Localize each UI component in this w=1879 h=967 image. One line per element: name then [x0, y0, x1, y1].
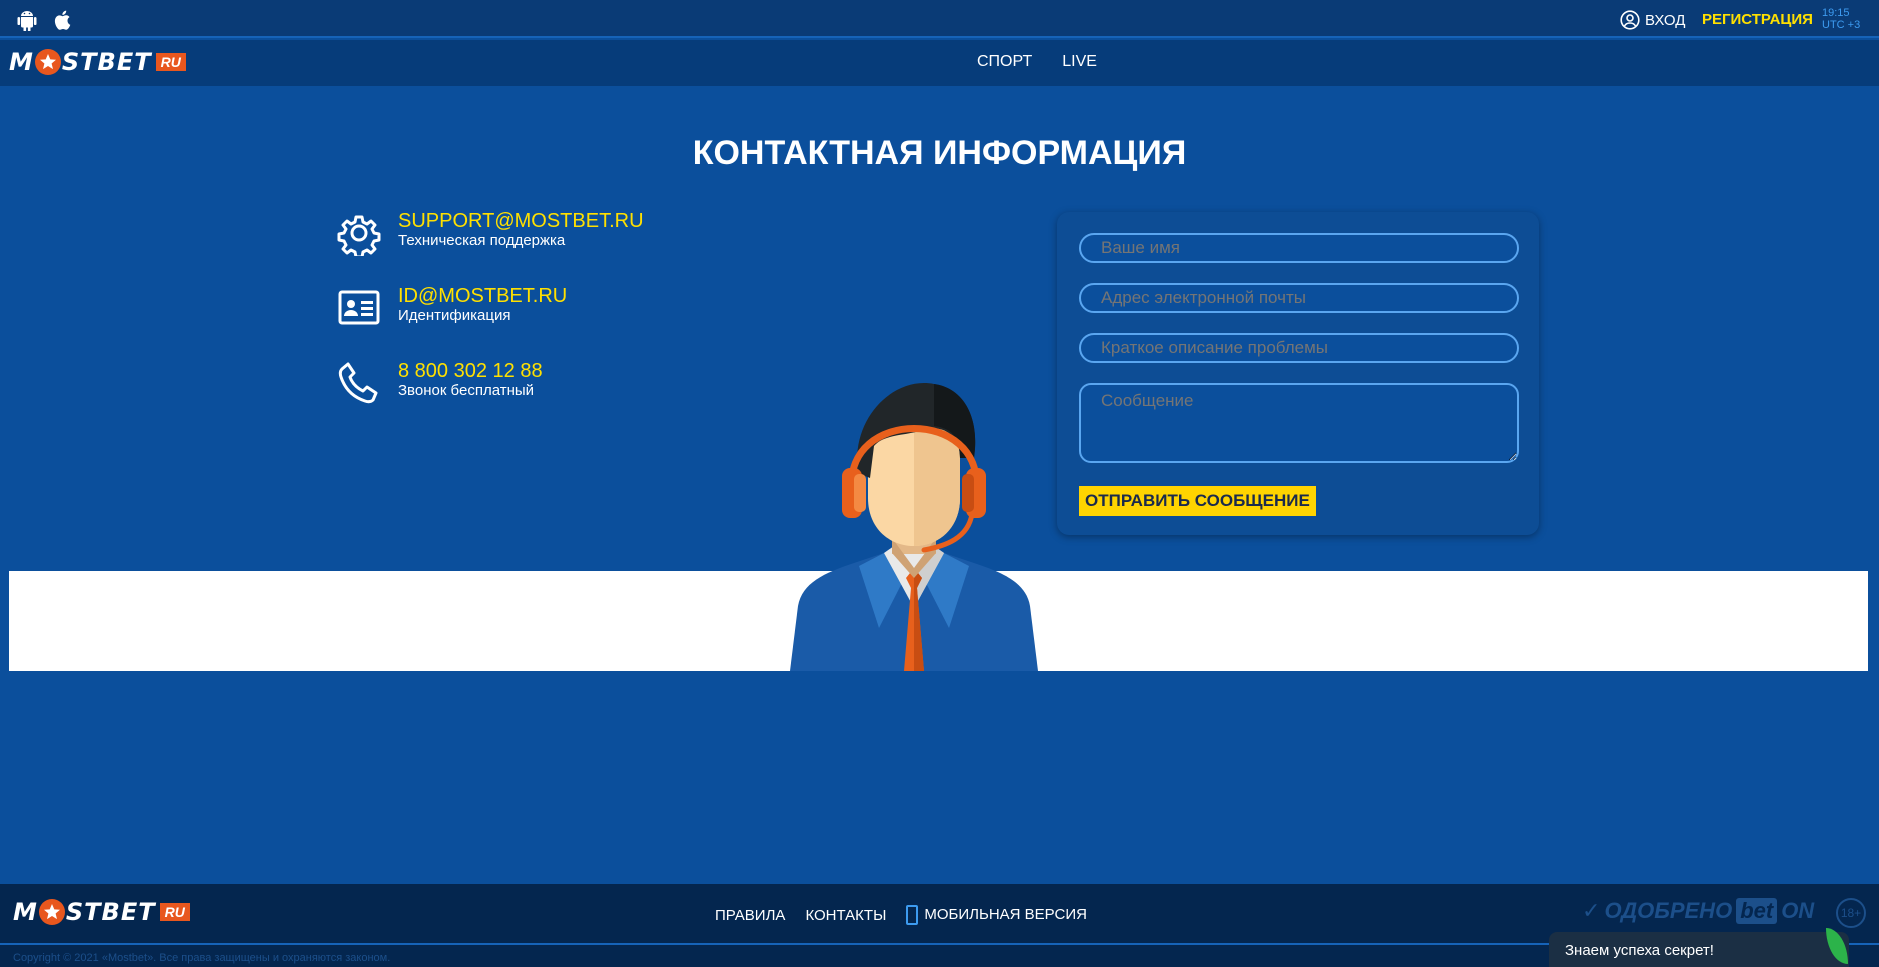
approved-on-text: ON [1781, 898, 1815, 923]
main-nav: СПОРТ LIVE [977, 53, 1097, 71]
phone-icon [338, 362, 378, 404]
mobile-phone-icon [906, 905, 919, 925]
copyright-text: Copyright © 2021 «Mostbet». Все права за… [13, 952, 391, 964]
logo-letters: STBET [61, 48, 152, 76]
email-input[interactable] [1079, 283, 1519, 313]
footer-logo-wordmark: M STBET [13, 898, 156, 926]
contact-form: ОТПРАВИТЬ СООБЩЕНИЕ [1057, 212, 1539, 535]
id-card-icon [338, 290, 380, 325]
logo-ru-badge: RU [155, 53, 186, 71]
footer-link-mobile[interactable]: МОБИЛЬНАЯ ВЕРСИЯ [906, 905, 1087, 925]
approved-betonline-badge[interactable]: ✓ ОДОБРЕНО bet ON [1582, 898, 1814, 924]
user-circle-icon [1620, 10, 1640, 30]
phone-free-label: Звонок бесплатный [398, 382, 535, 399]
chat-widget[interactable]: Знаем успеха секрет! [1549, 932, 1849, 967]
checkmark-icon: ✓ [1582, 898, 1601, 923]
nav-item-live[interactable]: LIVE [1062, 53, 1097, 71]
support-email-link[interactable]: SUPPORT@MOSTBET.RU [398, 210, 644, 232]
support-operator-illustration [790, 383, 1038, 671]
android-icon[interactable] [17, 9, 37, 31]
nav-bar: M STBET RU СПОРТ LIVE [0, 40, 1879, 86]
age-18-badge: 18+ [1836, 898, 1866, 928]
top-bar: ВХОД РЕГИСТРАЦИЯ 19:15 UTC +3 [0, 0, 1879, 38]
nav-item-sport[interactable]: СПОРТ [977, 53, 1032, 71]
contact-identification: ID@MOSTBET.RU Идентификация [336, 285, 567, 331]
page-title: КОНТАКТНАЯ ИНФОРМАЦИЯ [692, 134, 1187, 172]
clock-timezone: UTC +3 [1822, 19, 1861, 31]
footer-mostbet-logo[interactable]: M STBET RU [13, 898, 190, 926]
gear-icon [337, 215, 381, 256]
register-button[interactable]: РЕГИСТРАЦИЯ [1702, 11, 1813, 28]
contact-support: SUPPORT@MOSTBET.RU Техническая поддержка [336, 210, 644, 256]
login-label: ВХОД [1645, 11, 1686, 29]
footer-link-mobile-label: МОБИЛЬНАЯ ВЕРСИЯ [924, 905, 1087, 923]
identification-label: Идентификация [398, 307, 511, 324]
logo-letter-m: M [9, 48, 34, 76]
support-label: Техническая поддержка [398, 232, 566, 249]
contact-phone: 8 800 302 12 88 Звонок бесплатный [336, 360, 543, 406]
mostbet-logo[interactable]: M STBET RU [9, 48, 186, 76]
send-message-button[interactable]: ОТПРАВИТЬ СООБЩЕНИЕ [1079, 486, 1316, 516]
login-button[interactable]: ВХОД [1620, 9, 1685, 31]
footer-link-rules[interactable]: ПРАВИЛА [715, 907, 785, 924]
apple-icon[interactable] [53, 9, 73, 31]
approved-text: ОДОБРЕНО [1604, 898, 1733, 923]
id-email-link[interactable]: ID@MOSTBET.RU [398, 285, 567, 307]
footer-nav: ПРАВИЛА КОНТАКТЫ МОБИЛЬНАЯ ВЕРСИЯ [715, 905, 1087, 925]
phone-number-link[interactable]: 8 800 302 12 88 [398, 360, 543, 382]
footer-logo-letter-m: M [13, 898, 38, 926]
clock-time: 19:15 [1822, 7, 1850, 19]
footer-logo-letters: STBET [65, 898, 156, 926]
subject-input[interactable] [1079, 333, 1519, 363]
footer-link-contacts[interactable]: КОНТАКТЫ [805, 907, 886, 924]
footer-logo-ru-badge: RU [159, 903, 190, 921]
clock: 19:15 UTC +3 [1822, 7, 1860, 31]
message-textarea[interactable] [1079, 383, 1519, 463]
name-input[interactable] [1079, 233, 1519, 263]
footer-logo-star-icon [38, 899, 65, 925]
logo-wordmark: M STBET [9, 48, 152, 76]
logo-star-icon [34, 49, 61, 75]
approved-bet-text: bet [1736, 898, 1778, 924]
